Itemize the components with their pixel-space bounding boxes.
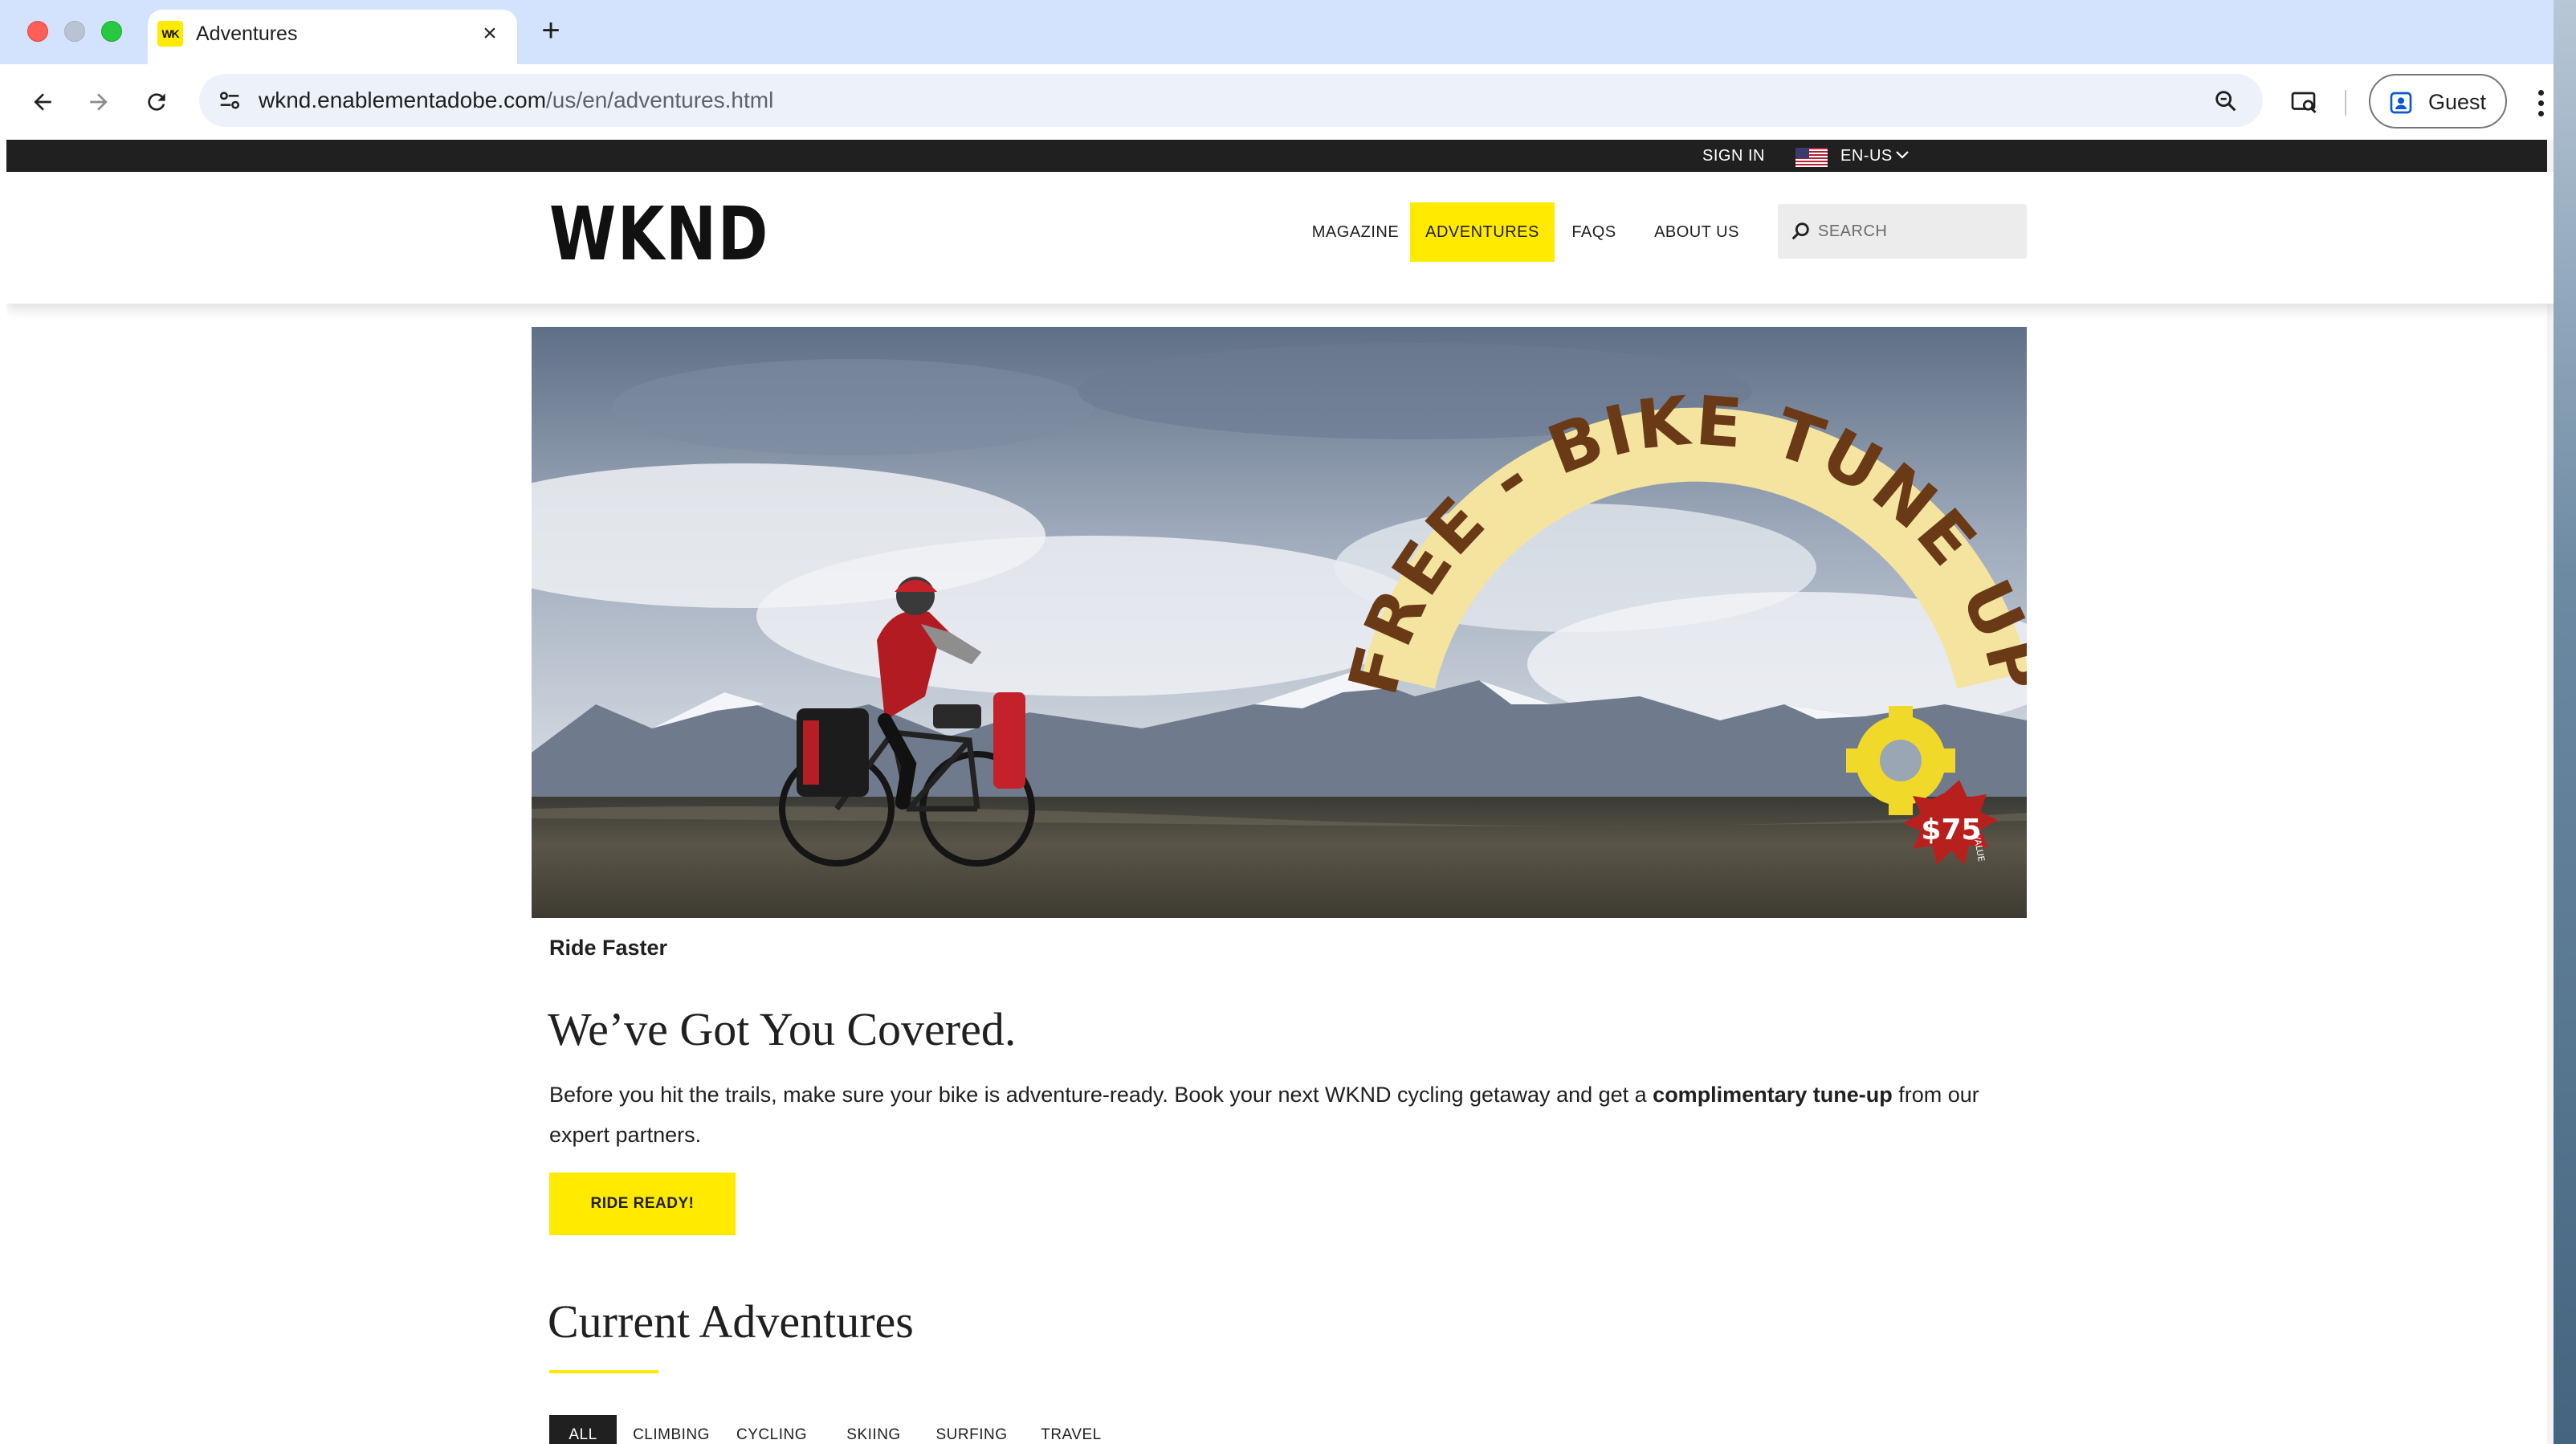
filter-travel[interactable]: TRAVEL: [1037, 1415, 1105, 1444]
close-window-button[interactable]: [27, 21, 48, 42]
active-tab[interactable]: WK Adventures ×: [148, 10, 517, 64]
new-tab-button[interactable]: +: [533, 14, 569, 50]
nav-magazine[interactable]: MAGAZINE: [1299, 202, 1412, 262]
search-icon: [1791, 222, 1809, 240]
us-flag-icon[interactable]: [1795, 148, 1828, 167]
filter-skiing[interactable]: SKIING: [842, 1415, 906, 1444]
page-viewport: SIGN IN EN-US WKND MAGAZINE ADVENTURES F…: [6, 140, 2554, 1444]
adventures-title: Current Adventures: [548, 1295, 914, 1348]
tune-icon: [219, 92, 240, 109]
maximize-window-button[interactable]: [101, 21, 122, 42]
browser-toolbar: wknd.enablementadobe.com/us/en/adventure…: [0, 64, 2554, 140]
reload-button[interactable]: [137, 82, 177, 122]
filter-climbing[interactable]: CLIMBING: [630, 1415, 713, 1444]
url-host: wknd.enablementadobe.com: [259, 88, 547, 112]
magnifier-icon: [2215, 91, 2236, 112]
cast-search-icon: [2291, 92, 2317, 114]
kebab-dot: [2537, 89, 2544, 96]
hero-caption: Ride Faster: [549, 936, 668, 960]
browser-window: WK Adventures × + wknd.enablementadobe.c…: [0, 0, 2554, 1444]
main-nav: MAGAZINE ADVENTURES FAQS ABOUT US: [6, 202, 2554, 262]
nav-about-us[interactable]: ABOUT US: [1645, 202, 1749, 262]
search-input[interactable]: [1818, 215, 2019, 247]
reload-icon: [148, 93, 165, 111]
ride-ready-button[interactable]: RIDE READY!: [549, 1173, 736, 1235]
promo-body-before: Before you hit the trails, make sure you…: [549, 1083, 1653, 1107]
tab-close-icon[interactable]: ×: [477, 21, 503, 47]
promo-body: Before you hit the trails, make sure you…: [549, 1075, 2027, 1155]
site-header: WKND MAGAZINE ADVENTURES FAQS ABOUT US: [6, 172, 2554, 304]
filter-all[interactable]: ALL: [549, 1415, 617, 1444]
profile-label: Guest: [2428, 90, 2487, 114]
section-underline: [549, 1370, 658, 1373]
badge-price: $75: [1921, 814, 1981, 846]
promo-body-bold: complimentary tune-up: [1653, 1083, 1893, 1107]
url-path: /us/en/adventures.html: [546, 88, 774, 112]
utility-bar: SIGN IN EN-US: [6, 140, 2554, 172]
browser-menu-button[interactable]: [2525, 85, 2554, 120]
language-selector[interactable]: EN-US: [1840, 145, 1893, 167]
address-bar[interactable]: wknd.enablementadobe.com/us/en/adventure…: [199, 74, 2263, 127]
kebab-dot: [2537, 110, 2544, 116]
nav-faqs[interactable]: FAQS: [1566, 202, 1622, 262]
kebab-dot: [2537, 100, 2544, 106]
cast-search-button[interactable]: [2285, 84, 2324, 122]
url-text[interactable]: wknd.enablementadobe.com/us/en/adventure…: [259, 87, 773, 114]
sign-in-link[interactable]: SIGN IN: [1702, 145, 1765, 167]
hero-image[interactable]: FREE - BIKE TUNE UP $75 VALUE: [532, 327, 2027, 918]
filter-surfing[interactable]: SURFING: [933, 1415, 1010, 1444]
arrow-right-icon: [90, 93, 108, 111]
toolbar-divider: [2345, 90, 2346, 116]
search-box[interactable]: [1778, 204, 2027, 259]
profile-button[interactable]: Guest: [2369, 74, 2507, 128]
tab-strip: WK Adventures × +: [0, 0, 2554, 64]
tab-title: Adventures: [196, 22, 298, 45]
promo-headline: We’ve Got You Covered.: [548, 1003, 1017, 1055]
filter-cycling[interactable]: CYCLING: [734, 1415, 809, 1444]
arrow-left-icon: [34, 93, 51, 111]
nav-adventures[interactable]: ADVENTURES: [1410, 202, 1555, 262]
minimize-window-button[interactable]: [64, 21, 85, 42]
zoom-button[interactable]: [2210, 85, 2242, 117]
chevron-down-icon[interactable]: [1895, 149, 1910, 161]
back-button[interactable]: [22, 82, 63, 122]
site-info-button[interactable]: [210, 81, 249, 120]
desktop-background: [2554, 0, 2576, 1444]
wknd-favicon-icon: WK: [157, 21, 183, 47]
forward-button[interactable]: [79, 82, 119, 122]
person-icon: [2390, 92, 2412, 114]
scrollbar-track[interactable]: [2547, 140, 2554, 1444]
